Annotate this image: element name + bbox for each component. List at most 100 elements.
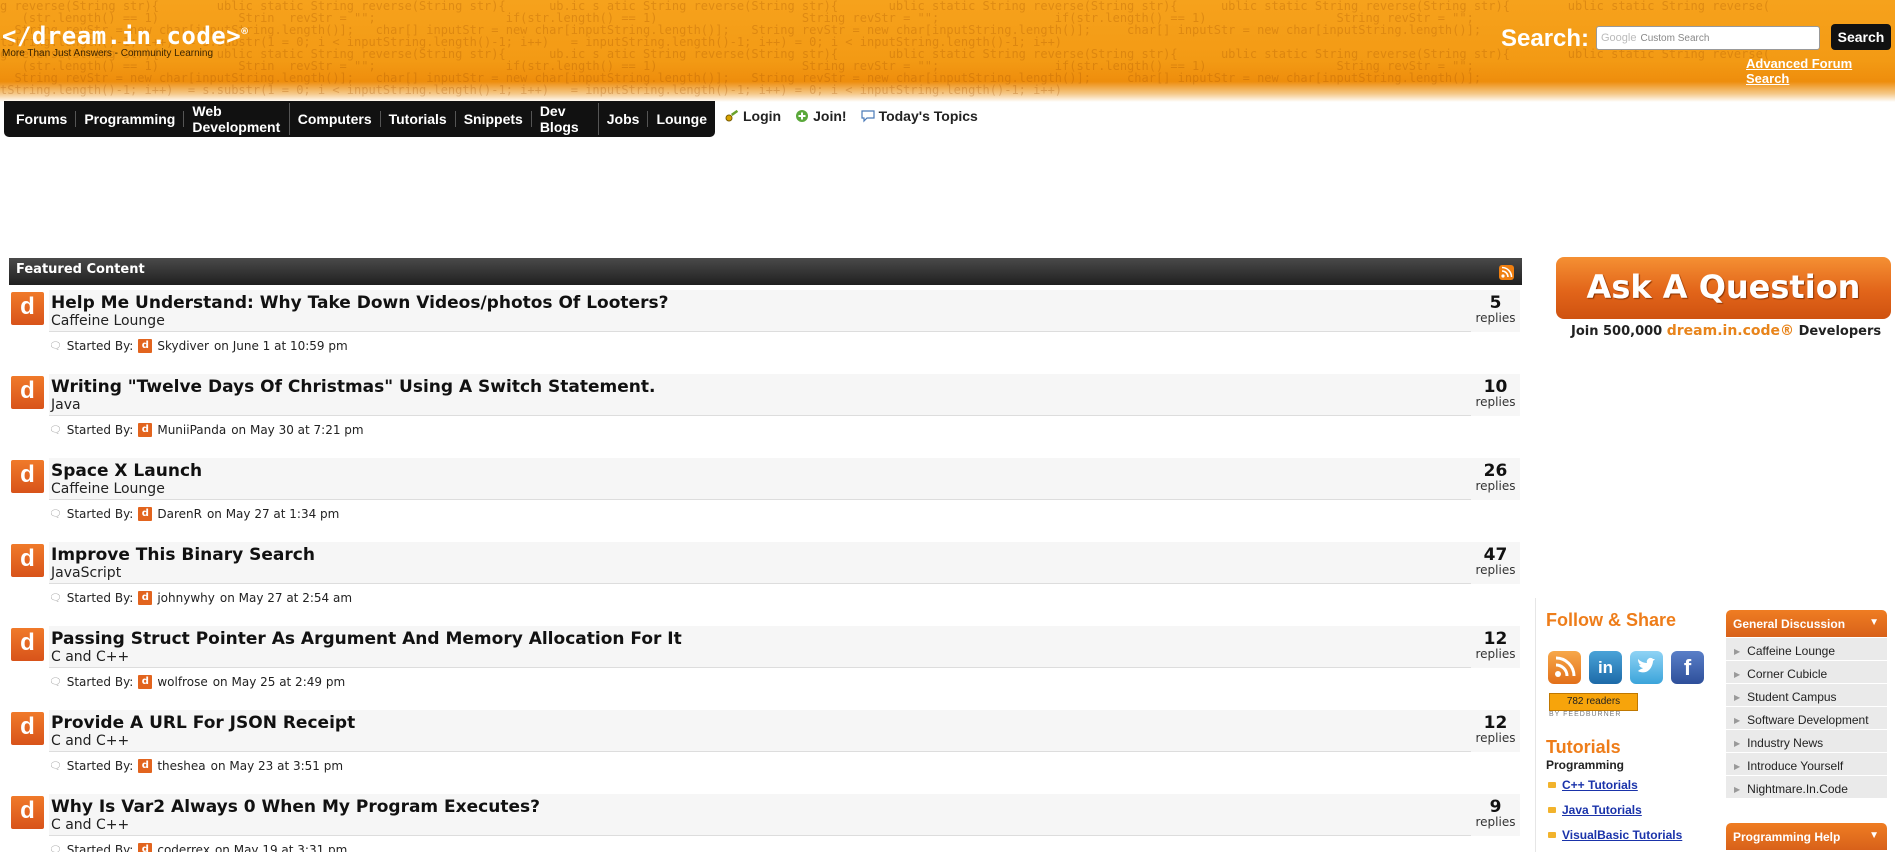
forum-avatar-icon[interactable]: d: [11, 796, 44, 829]
feedburner-label: BY FEEDBURNER: [1549, 711, 1622, 718]
topic-row: d Writing "Twelve Days Of Christmas" Usin…: [9, 374, 1522, 454]
twitter-icon[interactable]: [1630, 651, 1663, 684]
topic-title[interactable]: Space X Launch: [51, 461, 202, 481]
started-by-label: Started By:: [66, 759, 134, 773]
forum-avatar-icon[interactable]: d: [11, 628, 44, 661]
topic-title[interactable]: Passing Struct Pointer As Argument And M…: [51, 629, 682, 649]
facebook-icon[interactable]: f: [1671, 651, 1704, 684]
ask-question-button[interactable]: Ask A Question: [1556, 257, 1891, 319]
topic-replies[interactable]: 47 replies: [1471, 542, 1520, 584]
nav-forums[interactable]: Forums: [8, 111, 77, 127]
join-brand[interactable]: dream.in.code®: [1667, 323, 1794, 339]
author-avatar-icon[interactable]: d: [138, 591, 153, 605]
topic-meta: 🗨 Started By: d johnywhy on May 27 at 2:54 a…: [49, 591, 352, 605]
speech-bubble-icon: 🗨: [49, 760, 62, 772]
nav-web-development[interactable]: Web Development: [184, 103, 290, 135]
triangle-right-icon: ▶: [1734, 784, 1741, 794]
topic-author[interactable]: DarenR: [157, 507, 202, 521]
topic-row: d Help Me Understand: Why Take Down Video…: [9, 290, 1522, 370]
topic-forum[interactable]: C and C++: [51, 649, 129, 665]
topic-replies[interactable]: 12 replies: [1471, 626, 1520, 668]
topic-replies[interactable]: 9 replies: [1471, 794, 1520, 836]
linkedin-icon[interactable]: in: [1589, 651, 1622, 684]
tutorial-link-visualbasic[interactable]: VisualBasic Tutorials: [1548, 828, 1682, 842]
nav-programming[interactable]: Programming: [76, 111, 185, 127]
topic-forum[interactable]: Java: [51, 397, 81, 413]
author-avatar-icon[interactable]: d: [138, 675, 153, 689]
reply-label: replies: [1475, 647, 1516, 661]
topic-replies[interactable]: 26 replies: [1471, 458, 1520, 500]
chevron-down-icon[interactable]: ▼: [1869, 830, 1879, 841]
topic-forum[interactable]: JavaScript: [51, 565, 121, 581]
general-discussion-item[interactable]: ▶ Software Development: [1726, 707, 1887, 730]
rss-icon[interactable]: [1499, 265, 1514, 280]
reply-label: replies: [1475, 395, 1516, 409]
author-avatar-icon[interactable]: d: [138, 843, 153, 852]
general-discussion-item[interactable]: ▶ Student Campus: [1726, 684, 1887, 707]
tutorial-link-cpp[interactable]: C++ Tutorials: [1548, 778, 1638, 792]
topic-title[interactable]: Improve This Binary Search: [51, 545, 315, 565]
nav-jobs[interactable]: Jobs: [599, 111, 649, 127]
chevron-down-icon[interactable]: ▼: [1869, 617, 1879, 628]
reply-count: 5: [1489, 293, 1502, 313]
nav-lounge[interactable]: Lounge: [648, 111, 715, 127]
general-discussion-item[interactable]: ▶ Caffeine Lounge: [1726, 638, 1887, 661]
forum-avatar-icon[interactable]: d: [11, 376, 44, 409]
topic-title[interactable]: Provide A URL For JSON Receipt: [51, 713, 355, 733]
author-avatar-icon[interactable]: d: [138, 759, 153, 773]
tutorial-link-java[interactable]: Java Tutorials: [1548, 803, 1642, 817]
author-avatar-icon[interactable]: d: [138, 423, 153, 437]
general-discussion-item[interactable]: ▶ Industry News: [1726, 730, 1887, 753]
nav-tutorials[interactable]: Tutorials: [381, 111, 456, 127]
topic-author[interactable]: MuniiPanda: [157, 423, 226, 437]
author-avatar-icon[interactable]: d: [138, 507, 153, 521]
feedburner-counter[interactable]: 782 readers: [1549, 693, 1638, 711]
topic-title[interactable]: Writing "Twelve Days Of Christmas" Using…: [51, 377, 656, 397]
user-links: Login Join! Today's Topics: [725, 108, 978, 124]
topic-main: Provide A URL For JSON Receipt C and C++: [49, 710, 1474, 752]
topic-replies[interactable]: 5 replies: [1471, 290, 1520, 332]
topic-replies[interactable]: 10 replies: [1471, 374, 1520, 416]
topic-replies[interactable]: 12 replies: [1471, 710, 1520, 752]
general-discussion-item[interactable]: ▶ Corner Cubicle: [1726, 661, 1887, 684]
general-discussion-item[interactable]: ▶ Nightmare.In.Code: [1726, 776, 1887, 799]
reply-label: replies: [1475, 731, 1516, 745]
search-input[interactable]: Google Custom Search: [1596, 26, 1820, 50]
started-by-label: Started By:: [66, 591, 134, 605]
topic-author[interactable]: johnywhy: [157, 591, 215, 605]
nav-computers[interactable]: Computers: [290, 111, 381, 127]
advanced-search-link[interactable]: Advanced Forum Search: [1746, 56, 1895, 86]
forum-avatar-icon[interactable]: d: [11, 292, 44, 325]
programming-help-header[interactable]: Programming Help ▼: [1726, 823, 1887, 850]
topic-forum[interactable]: Caffeine Lounge: [51, 481, 165, 497]
triangle-right-icon: ▶: [1734, 646, 1741, 656]
author-avatar-icon[interactable]: d: [138, 339, 153, 353]
topic-forum[interactable]: C and C++: [51, 817, 129, 833]
topic-main: Help Me Understand: Why Take Down Videos…: [49, 290, 1474, 332]
forum-avatar-icon[interactable]: d: [11, 712, 44, 745]
topic-main: Space X Launch Caffeine Lounge: [49, 458, 1474, 500]
topic-author[interactable]: coderrex: [157, 843, 210, 852]
todays-topics-link[interactable]: Today's Topics: [860, 108, 978, 124]
topic-date: on May 27 at 1:34 pm: [206, 507, 340, 521]
topic-title[interactable]: Why Is Var2 Always 0 When My Program Exe…: [51, 797, 540, 817]
search-button[interactable]: Search: [1831, 24, 1891, 50]
topic-forum[interactable]: C and C++: [51, 733, 129, 749]
nav-dev-blogs[interactable]: Dev Blogs: [532, 103, 599, 135]
topic-author[interactable]: Skydiver: [157, 339, 209, 353]
join-label: Join!: [813, 108, 847, 124]
login-link[interactable]: Login: [725, 108, 781, 124]
nav-snippets[interactable]: Snippets: [456, 111, 532, 127]
topic-author[interactable]: wolfrose: [157, 675, 207, 689]
topic-forum[interactable]: Caffeine Lounge: [51, 313, 165, 329]
forum-avatar-icon[interactable]: d: [11, 460, 44, 493]
rss-icon[interactable]: [1548, 651, 1581, 684]
site-logo[interactable]: </dream.in.code>® More Than Just Answers…: [2, 22, 248, 59]
topic-title[interactable]: Help Me Understand: Why Take Down Videos…: [51, 293, 668, 313]
general-discussion-item[interactable]: ▶ Introduce Yourself: [1726, 753, 1887, 776]
join-link[interactable]: Join!: [795, 108, 847, 124]
forum-avatar-icon[interactable]: d: [11, 544, 44, 577]
topic-author[interactable]: theshea: [157, 759, 205, 773]
general-discussion-header[interactable]: General Discussion ▼: [1726, 610, 1887, 637]
google-logo: Google: [1601, 32, 1637, 44]
